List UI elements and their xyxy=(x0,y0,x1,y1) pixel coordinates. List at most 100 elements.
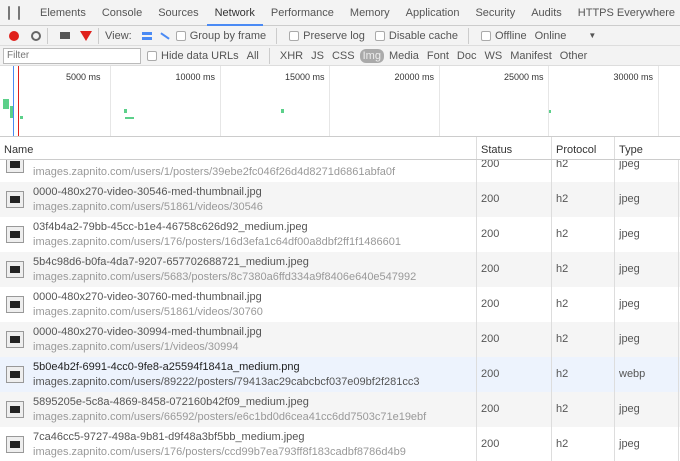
column-header-type[interactable]: Type xyxy=(614,137,647,159)
chevron-down-icon[interactable]: ▼ xyxy=(588,31,596,40)
load-line xyxy=(18,66,19,136)
type-cell: jpeg xyxy=(619,263,640,275)
column-divider xyxy=(476,357,477,392)
preserve-log-checkbox[interactable] xyxy=(289,30,300,41)
offline-label: Offline xyxy=(494,29,527,42)
device-toolbar-icon[interactable] xyxy=(18,5,20,20)
type-cell: jpeg xyxy=(619,228,640,240)
filter-type-media[interactable]: Media xyxy=(386,49,422,63)
protocol-cell: h2 xyxy=(556,368,569,380)
tab-network[interactable]: Network xyxy=(206,0,263,26)
tab-sources[interactable]: Sources xyxy=(150,0,206,26)
disable-cache-checkbox[interactable] xyxy=(374,30,385,41)
view-label: View: xyxy=(105,29,132,42)
table-row[interactable]: 03f4b4a2-79bb-45cc-b1e4-46758c626d92_med… xyxy=(0,217,680,252)
tab-elements[interactable]: Elements xyxy=(32,0,94,26)
image-thumbnail-icon xyxy=(6,226,24,243)
request-url: images.zapnito.com/users/1/posters/39ebe… xyxy=(33,166,396,178)
status-cell: 200 xyxy=(481,333,500,345)
image-thumbnail-icon xyxy=(6,366,24,383)
column-divider xyxy=(614,427,615,461)
table-row[interactable]: 5b4c98d6-b0fa-4da7-9207-657702688721_med… xyxy=(0,252,680,287)
tab-application[interactable]: Application xyxy=(398,0,468,26)
column-divider xyxy=(476,322,477,357)
divider xyxy=(276,27,278,44)
type-cell: jpeg xyxy=(619,333,640,345)
column-divider xyxy=(614,217,615,252)
filter-type-xhr[interactable]: XHR xyxy=(277,49,306,63)
timeline-tick-label: 25000 ms xyxy=(504,72,544,82)
request-name: 5b4c98d6-b0fa-4da7-9207-657702688721_med… xyxy=(33,256,309,268)
column-header-name[interactable]: Name xyxy=(0,137,37,159)
table-row[interactable]: 5b0e4b2f-6991-4cc0-9fe8-a25594f1841a_med… xyxy=(0,357,680,392)
dom-content-loaded-line xyxy=(13,66,14,136)
column-divider xyxy=(678,217,679,252)
column-divider xyxy=(678,252,679,287)
timeline-gridline xyxy=(110,66,111,136)
type-cell: jpeg xyxy=(619,193,640,205)
table-row[interactable]: 0000-480x270-video-30546-med-thumbnail.j… xyxy=(0,182,680,217)
image-thumbnail-icon xyxy=(6,331,24,348)
tab-https-everywhere[interactable]: HTTPS Everywhere xyxy=(570,0,680,26)
timeline-tick-label: 20000 ms xyxy=(394,72,435,82)
type-cell: jpeg xyxy=(619,403,640,415)
column-header-status[interactable]: Status xyxy=(476,137,516,159)
column-divider xyxy=(476,392,477,427)
hide-data-urls-checkbox[interactable] xyxy=(147,50,157,61)
tab-performance[interactable]: Performance xyxy=(263,0,342,26)
filter-type-other[interactable]: Other xyxy=(557,49,591,63)
throttling-select[interactable]: Online xyxy=(535,30,567,42)
column-divider xyxy=(678,427,679,461)
table-row[interactable]: images.zapnito.com/users/1/posters/39ebe… xyxy=(0,160,680,182)
column-divider xyxy=(476,217,477,252)
overview-icon[interactable] xyxy=(160,31,170,40)
filter-type-css[interactable]: CSS xyxy=(329,49,358,63)
protocol-cell: h2 xyxy=(556,263,569,275)
tab-memory[interactable]: Memory xyxy=(342,0,398,26)
column-divider xyxy=(551,182,552,217)
clear-icon[interactable] xyxy=(31,30,41,41)
filter-type-img[interactable]: Img xyxy=(359,48,384,63)
status-cell: 200 xyxy=(481,438,500,450)
offline-checkbox[interactable] xyxy=(480,30,491,41)
thumbnail-preview xyxy=(10,231,20,238)
table-row[interactable]: 0000-480x270-video-30760-med-thumbnail.j… xyxy=(0,287,680,322)
table-row[interactable]: 5895205e-5c8a-4869-8458-072160b42f09_med… xyxy=(0,392,680,427)
filter-type-doc[interactable]: Doc xyxy=(454,49,480,63)
disable-cache-label: Disable cache xyxy=(388,29,458,42)
network-overview-timeline[interactable]: 5000 ms 10000 ms 15000 ms 20000 ms 25000 ms 3… xyxy=(0,66,680,137)
column-divider xyxy=(476,160,477,182)
thumbnail-preview xyxy=(10,196,20,203)
request-url: images.zapnito.com/users/5683/posters/8c… xyxy=(33,271,417,283)
filter-type-manifest[interactable]: Manifest xyxy=(507,49,555,63)
column-divider xyxy=(678,392,679,427)
tab-security[interactable]: Security xyxy=(467,0,523,26)
timeline-gridline xyxy=(329,66,330,136)
image-thumbnail-icon xyxy=(6,261,24,278)
group-by-frame-checkbox[interactable] xyxy=(175,30,186,41)
request-name: 03f4b4a2-79bb-45cc-b1e4-46758c626d92_med… xyxy=(33,221,308,233)
inspect-element-icon[interactable] xyxy=(8,5,10,20)
filter-type-all[interactable]: All xyxy=(244,49,262,63)
table-row[interactable]: 7ca46cc5-9727-498a-9b81-d9f48a3bf5bb_med… xyxy=(0,427,680,461)
tab-audits[interactable]: Audits xyxy=(523,0,570,26)
filter-type-font[interactable]: Font xyxy=(424,49,452,63)
table-row[interactable]: 0000-480x270-video-30994-med-thumbnail.j… xyxy=(0,322,680,357)
column-divider xyxy=(614,357,615,392)
capture-screenshots-icon[interactable] xyxy=(60,32,70,39)
filter-input[interactable] xyxy=(3,47,141,64)
column-header-protocol[interactable]: Protocol xyxy=(551,137,600,159)
image-thumbnail-icon xyxy=(6,436,24,453)
waterfall-mark xyxy=(3,99,9,109)
large-rows-icon[interactable] xyxy=(141,31,152,40)
thumbnail-preview xyxy=(10,371,20,378)
filter-type-ws[interactable]: WS xyxy=(481,49,505,63)
tab-console[interactable]: Console xyxy=(94,0,150,26)
filter-type-js[interactable]: JS xyxy=(308,49,327,63)
record-icon[interactable] xyxy=(9,30,19,41)
timeline-gridline xyxy=(219,66,221,136)
filter-icon[interactable] xyxy=(80,30,92,41)
column-divider xyxy=(551,287,552,322)
column-divider xyxy=(678,160,679,182)
protocol-cell: h2 xyxy=(556,438,569,450)
